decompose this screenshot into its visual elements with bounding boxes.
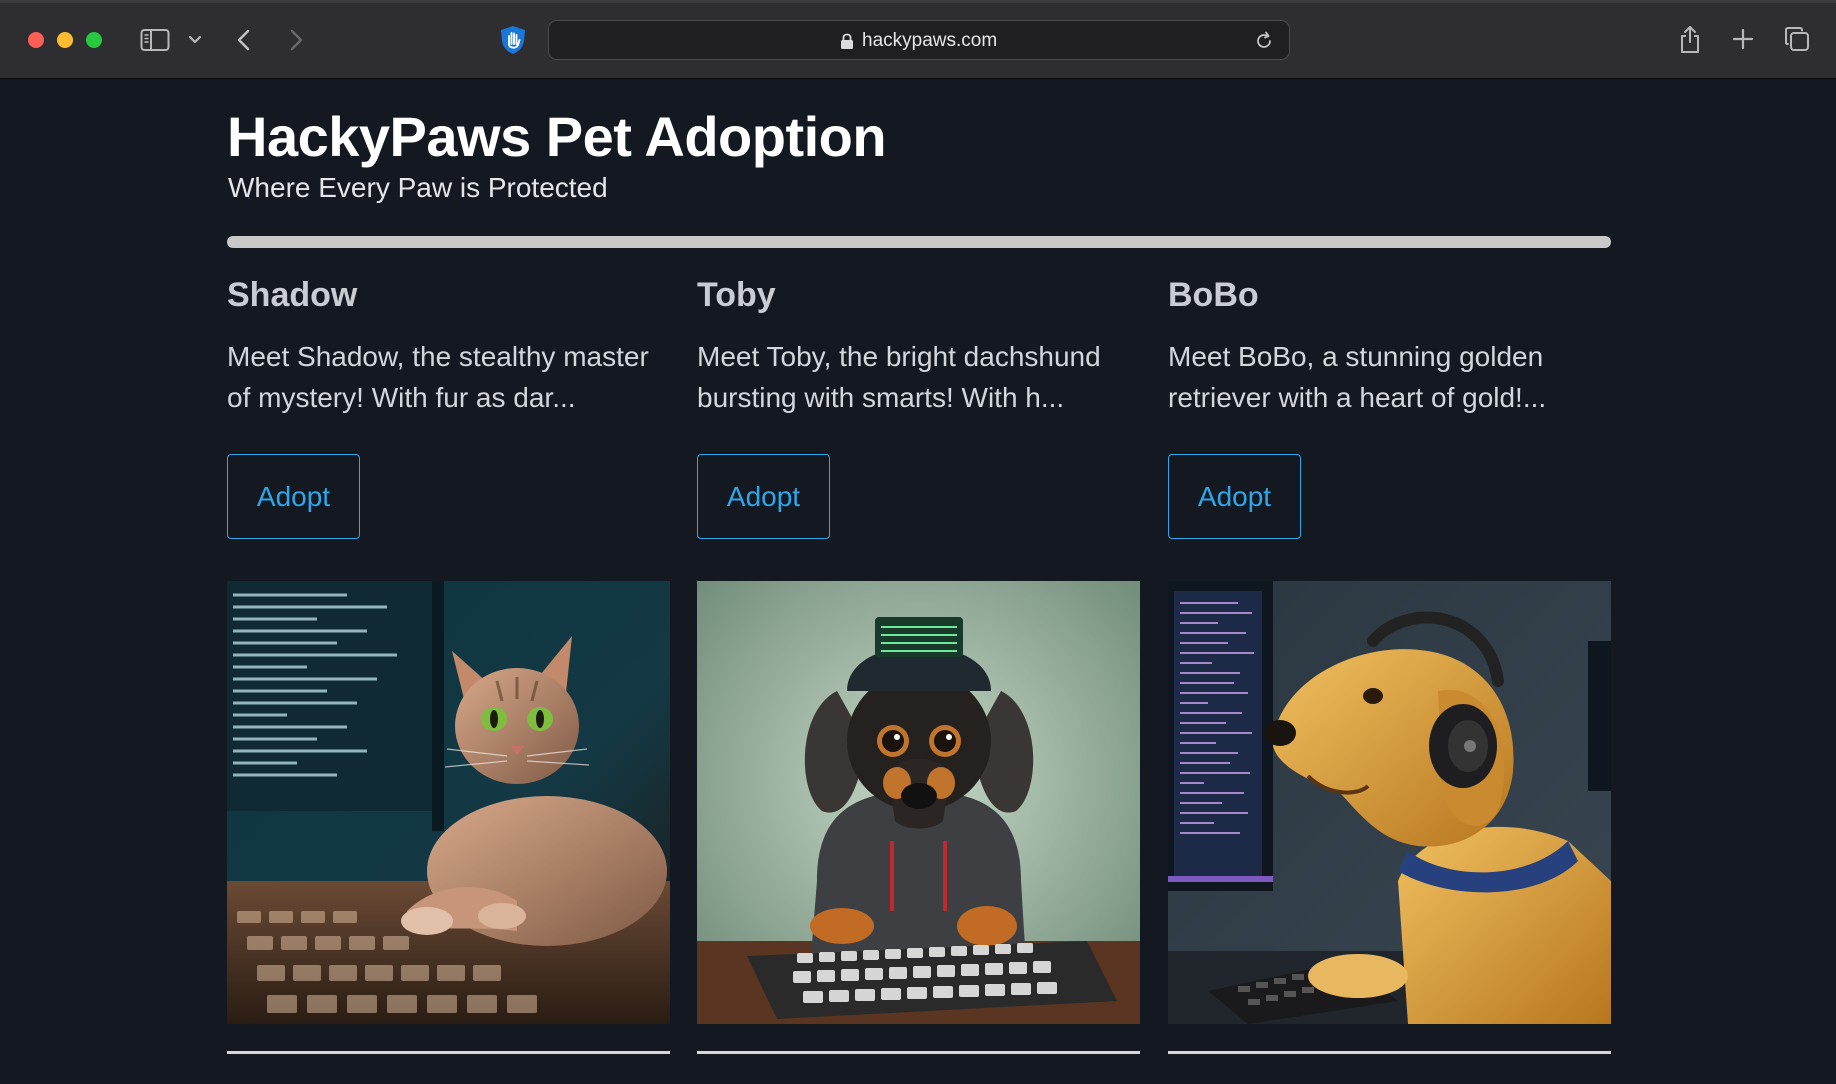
pet-name: Toby bbox=[697, 276, 776, 314]
adopt-button[interactable]: Adopt bbox=[227, 454, 360, 539]
url-text: hackypaws.com bbox=[862, 30, 998, 51]
pet-description: Meet BoBo, a stunning golden retriever w… bbox=[1168, 341, 1547, 413]
pet-photo-dachshund[interactable] bbox=[697, 581, 1140, 1024]
browser-toolbar: hackypaws.com bbox=[0, 0, 1836, 79]
pet-card-toby: Toby Meet Toby, the bright dachshund bur… bbox=[697, 276, 1140, 1054]
minimize-window-button[interactable] bbox=[57, 32, 73, 48]
card-divider bbox=[697, 1051, 1140, 1054]
chevron-left-icon[interactable] bbox=[232, 26, 256, 54]
browser-window: hackypaws.com HackyPaws Pet Adoption Whe… bbox=[0, 0, 1836, 1084]
pet-card-bobo: BoBo Meet BoBo, a stunning golden retrie… bbox=[1168, 276, 1611, 1054]
pet-description: Meet Shadow, the stealthy master of myst… bbox=[227, 341, 649, 413]
chevron-right-icon[interactable] bbox=[284, 26, 308, 54]
pet-name: Shadow bbox=[227, 276, 358, 314]
zoom-window-button[interactable] bbox=[86, 32, 102, 48]
adopt-button[interactable]: Adopt bbox=[1168, 454, 1301, 539]
chevron-down-icon[interactable] bbox=[186, 30, 204, 50]
address-bar[interactable]: hackypaws.com bbox=[548, 20, 1290, 60]
hand-shield-icon[interactable] bbox=[498, 24, 528, 56]
pet-name: BoBo bbox=[1168, 276, 1259, 314]
pet-card-shadow: Shadow Meet Shadow, the stealthy master … bbox=[227, 276, 670, 1054]
lock-icon bbox=[839, 31, 855, 51]
page-subtitle: Where Every Paw is Protected bbox=[228, 172, 608, 203]
card-divider bbox=[1168, 1051, 1611, 1054]
pet-photo-cat[interactable] bbox=[227, 581, 670, 1024]
card-divider bbox=[227, 1051, 670, 1054]
plus-icon[interactable] bbox=[1728, 24, 1758, 54]
pet-photo-golden-retriever[interactable] bbox=[1168, 581, 1611, 1024]
pet-description: Meet Toby, the bright dachshund bursting… bbox=[697, 341, 1101, 413]
toolbar-top-edge bbox=[0, 0, 1836, 3]
page-title: HackyPaws Pet Adoption bbox=[227, 105, 887, 168]
header-divider bbox=[227, 236, 1611, 248]
adopt-button[interactable]: Adopt bbox=[697, 454, 830, 539]
close-window-button[interactable] bbox=[28, 32, 44, 48]
tabs-icon[interactable] bbox=[1782, 24, 1812, 54]
reload-icon[interactable] bbox=[1253, 30, 1275, 52]
share-icon[interactable] bbox=[1676, 22, 1704, 56]
web-page: HackyPaws Pet Adoption Where Every Paw i… bbox=[0, 80, 1836, 1084]
sidebar-icon[interactable] bbox=[138, 25, 172, 55]
